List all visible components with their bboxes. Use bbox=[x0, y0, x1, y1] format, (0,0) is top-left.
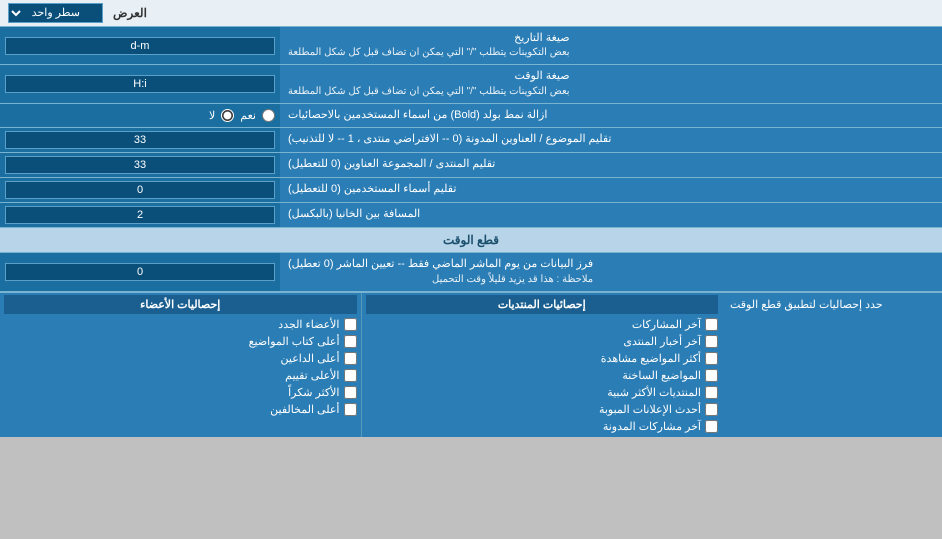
users-limit-input-cell bbox=[0, 178, 280, 202]
cutoff-row: فرز البيانات من يوم الماشر الماضي فقط --… bbox=[0, 253, 942, 291]
users-limit-row: تقليم أسماء المستخدمين (0 للتعطيل) bbox=[0, 178, 942, 203]
checkbox-most-viewed[interactable] bbox=[705, 352, 718, 365]
top-row: العرض سطر واحد سطرين ثلاثة أسطر bbox=[0, 0, 942, 27]
checkbox-similar[interactable] bbox=[705, 386, 718, 399]
time-format-row: صيغة الوقت بعض التكوينات يتطلب "/" التي … bbox=[0, 65, 942, 103]
checkbox-most-thanks[interactable] bbox=[344, 386, 357, 399]
time-format-input[interactable] bbox=[5, 75, 275, 93]
checkbox-top-inviters[interactable] bbox=[344, 352, 357, 365]
remove-bold-radio-group: نعم لا bbox=[209, 109, 275, 122]
checkbox-new-members[interactable] bbox=[344, 318, 357, 331]
remove-bold-no-radio[interactable] bbox=[221, 109, 234, 122]
users-limit-input[interactable] bbox=[5, 181, 275, 199]
stats-item-shares: آخر المشاركات bbox=[366, 316, 719, 333]
stats-item-top-writers: أعلى كتاب المواضيع bbox=[4, 333, 357, 350]
checkbox-announcements[interactable] bbox=[705, 403, 718, 416]
gap-label: المسافة بين الخانيا (بالبكسل) bbox=[280, 203, 942, 227]
cutoff-section-header: قطع الوقت bbox=[0, 228, 942, 253]
checkbox-shares[interactable] bbox=[705, 318, 718, 331]
forum-limit-row: تقليم المنتدى / المجموعة العناوين (0 للت… bbox=[0, 153, 942, 178]
remove-bold-row: ازالة نمط بولد (Bold) من اسماء المستخدمي… bbox=[0, 104, 942, 128]
topics-limit-row: تقليم الموضوع / العناوين المدونة (0 -- ا… bbox=[0, 128, 942, 153]
stats-item-blog-posts: آخر مشاركات المدونة bbox=[366, 418, 719, 435]
stats-right-label: حدد إحصاليات لتطبيق قطع الوقت bbox=[722, 293, 942, 437]
remove-bold-input-cell: نعم لا bbox=[0, 104, 280, 127]
stats-item-most-viewed: أكثر المواضيع مشاهدة bbox=[366, 350, 719, 367]
stats-item-hot: المواضيع الساخنة bbox=[366, 367, 719, 384]
stats-forums-block: إحصائيات المنتديات آخر المشاركات آخر أخب… bbox=[362, 293, 723, 437]
gap-input[interactable] bbox=[5, 206, 275, 224]
stats-members-block: إحصاليات الأعضاء الأعضاء الجدد أعلى كتاب… bbox=[0, 293, 362, 437]
display-select[interactable]: سطر واحد سطرين ثلاثة أسطر bbox=[8, 3, 103, 23]
topics-limit-input[interactable] bbox=[5, 131, 275, 149]
checkbox-top-rated[interactable] bbox=[344, 369, 357, 382]
checkbox-hot[interactable] bbox=[705, 369, 718, 382]
checkbox-top-writers[interactable] bbox=[344, 335, 357, 348]
stats-members-header: إحصاليات الأعضاء bbox=[4, 295, 357, 314]
checkbox-top-violators[interactable] bbox=[344, 403, 357, 416]
topics-limit-label: تقليم الموضوع / العناوين المدونة (0 -- ا… bbox=[280, 128, 942, 152]
topics-limit-input-cell bbox=[0, 128, 280, 152]
date-format-row: صيغة التاريخ بعض التكوينات يتطلب "/" الت… bbox=[0, 27, 942, 65]
date-format-label: صيغة التاريخ بعض التكوينات يتطلب "/" الت… bbox=[280, 27, 942, 64]
gap-row: المسافة بين الخانيا (بالبكسل) bbox=[0, 203, 942, 228]
cutoff-label: فرز البيانات من يوم الماشر الماضي فقط --… bbox=[280, 253, 942, 290]
top-label: العرض bbox=[113, 6, 147, 20]
stats-item-announcements: أحدث الإعلانات المبوبة bbox=[366, 401, 719, 418]
remove-bold-yes-label: نعم bbox=[240, 109, 256, 122]
users-limit-label: تقليم أسماء المستخدمين (0 للتعطيل) bbox=[280, 178, 942, 202]
gap-input-cell bbox=[0, 203, 280, 227]
time-format-label: صيغة الوقت بعض التكوينات يتطلب "/" التي … bbox=[280, 65, 942, 102]
forum-limit-input-cell bbox=[0, 153, 280, 177]
stats-item-forum-news: آخر أخبار المنتدى bbox=[366, 333, 719, 350]
date-format-input[interactable] bbox=[5, 37, 275, 55]
time-format-input-cell bbox=[0, 65, 280, 102]
remove-bold-yes-radio[interactable] bbox=[262, 109, 275, 122]
remove-bold-label: ازالة نمط بولد (Bold) من اسماء المستخدمي… bbox=[280, 104, 942, 127]
stats-section: حدد إحصاليات لتطبيق قطع الوقت إحصائيات ا… bbox=[0, 292, 942, 437]
stats-item-top-violators: أعلى المخالفين bbox=[4, 401, 357, 418]
forum-limit-label: تقليم المنتدى / المجموعة العناوين (0 للت… bbox=[280, 153, 942, 177]
stats-item-similar: المنتديات الأكثر شبية bbox=[366, 384, 719, 401]
stats-item-most-thanks: الأكثر شكراً bbox=[4, 384, 357, 401]
remove-bold-no-label: لا bbox=[209, 109, 215, 122]
checkbox-blog-posts[interactable] bbox=[705, 420, 718, 433]
stats-item-top-rated: الأعلى تقييم bbox=[4, 367, 357, 384]
main-container: العرض سطر واحد سطرين ثلاثة أسطر صيغة الت… bbox=[0, 0, 942, 437]
date-format-input-cell bbox=[0, 27, 280, 64]
stats-item-new-members: الأعضاء الجدد bbox=[4, 316, 357, 333]
checkbox-forum-news[interactable] bbox=[705, 335, 718, 348]
stats-item-top-inviters: أعلى الداعين bbox=[4, 350, 357, 367]
cutoff-input-cell bbox=[0, 253, 280, 290]
stats-columns: إحصائيات المنتديات آخر المشاركات آخر أخب… bbox=[0, 293, 722, 437]
cutoff-input[interactable] bbox=[5, 263, 275, 281]
forum-limit-input[interactable] bbox=[5, 156, 275, 174]
stats-forums-header: إحصائيات المنتديات bbox=[366, 295, 719, 314]
